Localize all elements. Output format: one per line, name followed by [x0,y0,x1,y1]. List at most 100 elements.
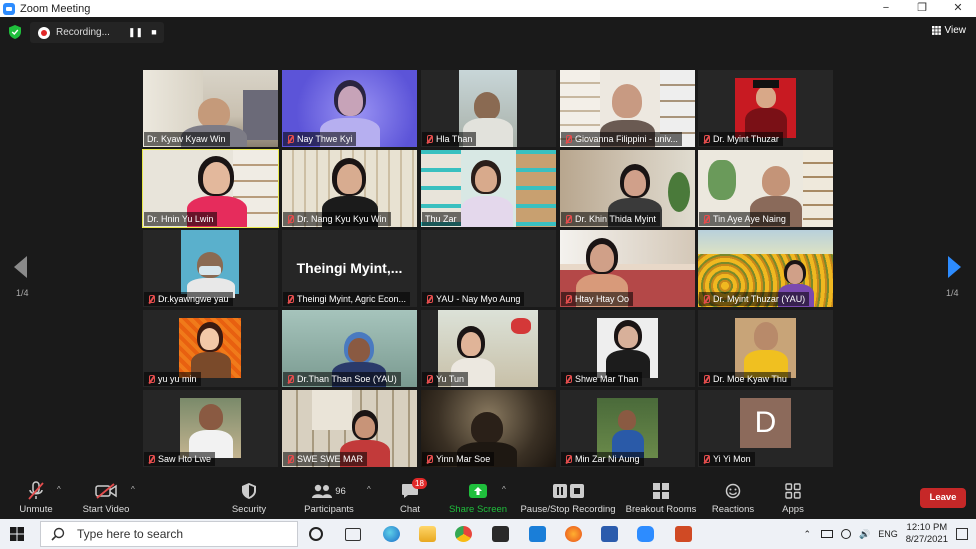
participant-tile[interactable]: Htay Htay Oo [560,230,695,307]
participant-tile[interactable]: D Yi Yi Mon [698,390,833,467]
firefox-icon[interactable] [565,526,582,542]
windows-taskbar: Type here to search ⌃ 🔊 ENG 12:10 PM 8/2… [0,519,976,549]
participant-tile[interactable]: Theingi Myint,... Theingi Myint, Agric E… [282,230,417,307]
participant-name: Min Zar Ni Aung [575,454,640,464]
share-options-caret-icon[interactable]: ^ [502,485,506,494]
language-indicator[interactable]: ENG [878,529,898,539]
word-icon[interactable] [601,526,618,542]
participant-tile[interactable]: Yu Tun [421,310,556,387]
participant-tile[interactable]: yu yu min [143,310,278,387]
zoom-taskbar-icon[interactable] [637,526,654,542]
reactions-label: Reactions [711,504,755,515]
windows-start-icon[interactable] [10,527,24,541]
leave-meeting-button[interactable]: Leave [920,488,966,508]
participant-tile[interactable]: Nay Thwe Kyi [282,70,417,147]
participant-tile[interactable]: Saw Hto Lwe [143,390,278,467]
participant-tile[interactable]: Thu Zar [421,150,556,227]
file-explorer-icon[interactable] [419,526,436,542]
volume-icon[interactable]: 🔊 [859,529,870,540]
start-video-label: Start Video [82,504,130,515]
pause-stop-recording-label: Pause/Stop Recording [520,504,616,515]
previous-page-arrow-icon[interactable] [14,256,27,278]
participant-tile[interactable]: Giovanna Filippini - univ... [560,70,695,147]
muted-mic-icon [286,134,294,144]
participant-tile[interactable]: Tin Aye Aye Naing [698,150,833,227]
apps-label: Apps [782,504,804,515]
taskbar-search-box[interactable]: Type here to search [40,521,298,547]
restore-button[interactable]: ❐ [904,0,940,17]
reactions-button[interactable]: Reactions [708,480,758,515]
participants-caret-icon[interactable]: ^ [367,485,371,494]
participant-tile[interactable]: Dr.Than Than Soe (YAU) [282,310,417,387]
network-icon[interactable] [841,529,851,539]
unmute-button[interactable]: Unmute [14,480,58,515]
chat-unread-badge: 18 [412,478,427,489]
breakout-rooms-button[interactable]: Breakout Rooms [625,480,697,515]
minimize-button[interactable]: − [868,0,904,17]
participant-name: Tin Aye Aye Naing [713,214,786,224]
close-window-button[interactable]: ✕ [940,0,976,17]
participant-tile[interactable]: Dr. Moe Kyaw Thu [698,310,833,387]
stop-recording-icon[interactable]: ■ [148,26,160,38]
pause-stop-recording-button[interactable]: Pause/Stop Recording [519,480,617,515]
muted-mic-icon [702,374,710,384]
participant-tile[interactable]: Dr. Myint Thuzar (YAU) [698,230,833,307]
participant-name: Nay Thwe Kyi [297,134,353,144]
security-label: Security [231,504,267,515]
notifications-icon[interactable] [956,528,968,540]
muted-mic-icon [286,214,294,224]
muted-mic-icon [564,134,572,144]
participant-tile[interactable]: SWE SWE MAR [282,390,417,467]
participants-button[interactable]: 96 Participants [300,480,358,515]
chat-label: Chat [399,504,421,515]
encryption-shield-icon[interactable] [9,25,21,39]
participants-label: Participants [304,504,354,515]
participant-name: Dr. Khin Thida Myint [575,214,656,224]
task-view-icon[interactable] [345,528,361,541]
page-indicator-left: 1/4 [16,288,29,298]
mail-icon[interactable] [529,526,546,542]
participant-name: Dr. Hnin Yu Lwin [147,214,214,224]
participant-name: Saw Hto Lwe [158,454,212,464]
audio-options-caret-icon[interactable]: ^ [57,485,61,494]
chrome-icon[interactable] [455,526,472,542]
share-screen-label: Share Screen [448,504,508,515]
video-options-caret-icon[interactable]: ^ [131,485,135,494]
participant-name: Dr. Nang Kyu Kyu Win [297,214,387,224]
security-button[interactable]: Security [226,480,272,515]
start-video-button[interactable]: Start Video [80,480,132,515]
apps-icon [785,483,801,499]
powerpoint-icon[interactable] [675,526,692,542]
next-page-arrow-icon[interactable] [948,256,961,278]
chat-button[interactable]: 18 Chat [390,478,430,515]
participant-tile[interactable]: Dr. Myint Thuzar [698,70,833,147]
participant-tile[interactable]: Hla Than [421,70,556,147]
battery-icon[interactable] [821,530,833,538]
view-button[interactable]: View [931,25,966,36]
muted-mic-icon [564,374,572,384]
participant-tile[interactable]: Dr.kyawngwe yau [143,230,278,307]
active-speaker-tile[interactable]: Dr. Hnin Yu Lwin [142,149,279,228]
security-shield-icon [242,483,256,499]
participant-tile[interactable]: Min Zar Ni Aung [560,390,695,467]
participant-name: Dr.Than Than Soe (YAU) [297,374,397,384]
cortana-icon[interactable] [309,527,323,541]
edge-browser-icon[interactable] [383,526,400,542]
muted-mic-icon [425,374,433,384]
participant-tile[interactable]: Shwe Mar Than [560,310,695,387]
tray-overflow-icon[interactable]: ⌃ [803,529,811,540]
apps-button[interactable]: Apps [774,480,812,515]
system-clock[interactable]: 12:10 PM 8/27/2021 [906,522,948,546]
participants-icon [312,484,333,498]
participant-tile[interactable]: YAU - Nay Myo Aung [421,230,556,307]
microsoft-store-icon[interactable] [492,526,509,542]
muted-mic-icon [28,481,44,500]
participant-tile[interactable]: Dr. Kyaw Kyaw Win [143,70,278,147]
share-screen-button[interactable]: Share Screen [448,480,508,515]
pause-recording-icon[interactable]: ❚❚ [128,26,143,38]
page-indicator-right: 1/4 [946,288,959,298]
participant-name: Theingi Myint, Agric Econ... [297,294,407,304]
participant-tile[interactable]: Yinn Mar Soe [421,390,556,467]
participant-tile[interactable]: Dr. Nang Kyu Kyu Win [282,150,417,227]
participant-tile[interactable]: Dr. Khin Thida Myint [560,150,695,227]
